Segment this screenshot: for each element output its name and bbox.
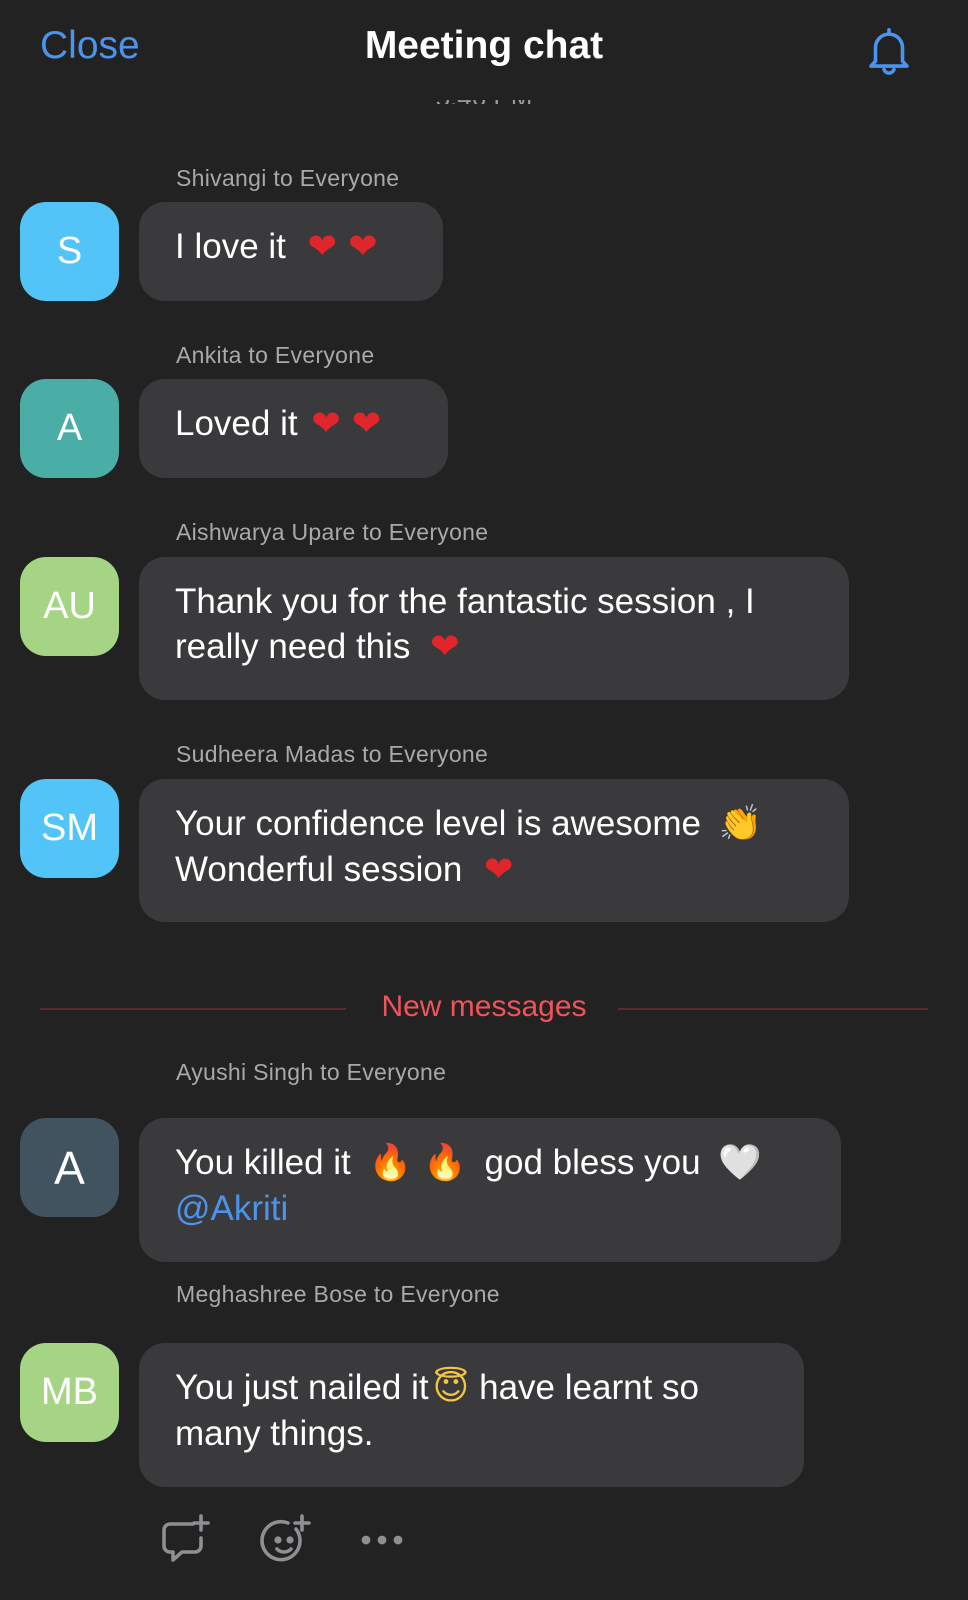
- avatar[interactable]: S: [20, 202, 119, 301]
- smiling-halo-emoji-icon: 😇: [432, 1368, 470, 1408]
- bell-icon[interactable]: [862, 24, 916, 78]
- message-sender: Ayushi Singh to Everyone: [176, 1059, 447, 1085]
- fire-emoji-icon: 🔥 🔥: [368, 1143, 467, 1183]
- message-sender: Aishwarya Upare to Everyone: [176, 519, 489, 545]
- message-text: You just nailed it: [175, 1368, 429, 1407]
- mention-link[interactable]: @Akriti: [175, 1189, 288, 1228]
- message-text: Wonderful session: [175, 850, 463, 889]
- message-bubble[interactable]: Your confidence level is awesome 👏 Wonde…: [139, 779, 849, 922]
- message-sender: Sudheera Madas to Everyone: [176, 741, 489, 767]
- more-icon[interactable]: [354, 1512, 410, 1568]
- avatar[interactable]: SM: [20, 779, 119, 878]
- message-bubble[interactable]: You just nailed it 😇 have learnt so many t…: [139, 1343, 804, 1487]
- clapping-hands-icon: 👏: [718, 804, 763, 844]
- heart-emoji-icon: ❤: [484, 850, 514, 890]
- message-bubble[interactable]: I love it ❤ ❤: [139, 202, 443, 301]
- heart-emoji-icon: ❤ ❤: [307, 227, 378, 267]
- message-text: god bless you: [484, 1143, 701, 1182]
- avatar[interactable]: MB: [20, 1343, 119, 1442]
- message-bubble[interactable]: Loved it ❤ ❤: [139, 379, 448, 478]
- avatar[interactable]: A: [20, 1118, 119, 1217]
- message-sender: Shivangi to Everyone: [176, 165, 400, 191]
- message-text: Thank you for the fantastic session , I …: [175, 582, 755, 666]
- header: Close Meeting chat: [0, 0, 968, 100]
- heart-emoji-icon: ❤: [430, 627, 460, 667]
- message-sender: Meghashree Bose to Everyone: [176, 1281, 500, 1307]
- message-text: You killed it: [175, 1143, 351, 1182]
- white-heart-icon: 🤍: [718, 1143, 762, 1183]
- new-messages-label: New messages: [381, 990, 587, 1023]
- message-bubble[interactable]: You killed it 🔥 🔥 god bless you 🤍 @Akrit…: [139, 1118, 841, 1262]
- message-text: I love it: [175, 227, 286, 266]
- page-title: Meeting chat: [364, 24, 604, 67]
- reply-icon[interactable]: [157, 1512, 213, 1568]
- message-text: Loved it: [175, 404, 298, 443]
- add-reaction-icon[interactable]: [258, 1512, 314, 1568]
- avatar[interactable]: AU: [20, 557, 119, 656]
- message-text: Your confidence level is awesome: [175, 804, 701, 843]
- heart-emoji-icon: ❤ ❤: [311, 404, 382, 444]
- message-bubble[interactable]: Thank you for the fantastic session , I …: [139, 557, 849, 700]
- message-sender: Ankita to Everyone: [176, 342, 375, 368]
- avatar[interactable]: A: [20, 379, 119, 478]
